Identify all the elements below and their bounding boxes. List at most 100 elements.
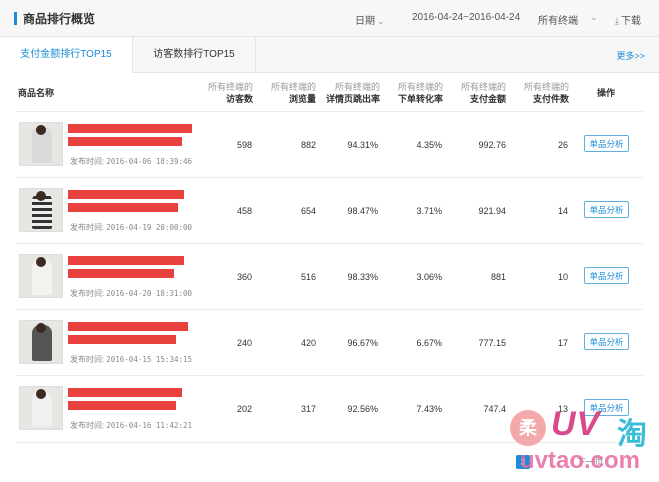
- col-prefix: 所有终端的: [460, 82, 506, 92]
- tab-pay-amount-top15[interactable]: 支付金额排行TOP15: [0, 37, 133, 73]
- col-action: 操作: [597, 88, 616, 98]
- bounce-value: 94.31%: [347, 140, 378, 150]
- col-prefix: 所有终端的: [523, 82, 569, 92]
- product-thumbnail[interactable]: [19, 188, 63, 232]
- pay-count-value: 17: [557, 338, 568, 348]
- download-label: 下载: [620, 16, 641, 27]
- terminal-filter-dropdown[interactable]: 所有终端 ⌄: [538, 12, 598, 27]
- tab-visitors-top15[interactable]: 访客数排行TOP15: [133, 37, 256, 73]
- terminal-filter-value: 所有终端: [538, 16, 578, 27]
- publish-label: 发布时间:: [70, 223, 105, 232]
- bounce-value: 98.33%: [347, 272, 378, 282]
- col-pay-count-label: 支付件数: [532, 94, 569, 104]
- conversion-value: 7.43%: [416, 404, 442, 414]
- download-icon: ⤓: [615, 16, 619, 26]
- publish-timestamp: 2016-04-15 15:34:15: [106, 355, 193, 364]
- product-thumbnail[interactable]: [19, 122, 63, 166]
- product-thumbnail[interactable]: [19, 386, 63, 430]
- single-item-analysis-button[interactable]: 单品分析: [584, 201, 629, 218]
- col-bounce-label: 详情页跳出率: [325, 94, 380, 104]
- col-bounce: 所有终端的 详情页跳出率: [318, 81, 380, 105]
- redacted-title: [68, 335, 176, 344]
- redacted-title: [68, 256, 184, 265]
- col-prefix: 所有终端的: [207, 82, 253, 92]
- pay-count-value: 14: [557, 206, 568, 216]
- col-product-name: 商品名称: [18, 88, 55, 98]
- conversion-value: 6.67%: [416, 338, 442, 348]
- visitors-value: 598: [236, 140, 252, 150]
- conversion-value: 3.06%: [416, 272, 442, 282]
- redacted-title: [68, 124, 192, 133]
- publish-timestamp: 2016-04-16 11:42:21: [106, 421, 193, 430]
- pay-amount-value: 992.76: [478, 140, 506, 150]
- pay-amount-value: 881: [490, 272, 506, 282]
- col-visitors: 所有终端的 访客数: [195, 81, 253, 105]
- product-thumbnail[interactable]: [19, 254, 63, 298]
- product-thumbnail[interactable]: [19, 320, 63, 364]
- pageviews-value: 654: [300, 206, 316, 216]
- table-row: 发布时间: 2016-04-06 18:39:46 598 882 94.31% …: [16, 111, 643, 178]
- title-wrap: 商品排行概览: [14, 10, 95, 27]
- col-pay-amount-label: 支付金额: [469, 94, 506, 104]
- pageviews-value: 516: [300, 272, 316, 282]
- conversion-value: 4.35%: [416, 140, 442, 150]
- top-bar: 商品排行概览 日期 ⌄ 2016-04-24~2016-04-24 所有终端 ⌄ ⤓…: [0, 0, 659, 37]
- download-button[interactable]: ⤓ 下载: [615, 12, 641, 27]
- col-pageviews: 所有终端的 浏览量: [258, 81, 316, 105]
- visitors-value: 240: [236, 338, 252, 348]
- publish-label: 发布时间:: [70, 157, 105, 166]
- col-pageviews-label: 浏览量: [288, 94, 316, 104]
- visitors-value: 458: [236, 206, 252, 216]
- page-title: 商品排行概览: [23, 12, 96, 26]
- pay-amount-value: 921.94: [478, 206, 506, 216]
- col-pay-amount: 所有终端的 支付金额: [446, 81, 506, 105]
- table-row: 发布时间: 2016-04-15 15:34:15 240 420 96.67% …: [16, 309, 643, 376]
- tab-bar: 支付金额排行TOP15 访客数排行TOP15: [0, 37, 659, 73]
- date-picker-toggle[interactable]: 日期 ⌄: [355, 12, 385, 27]
- table-row: 发布时间: 2016-04-19 20:00:00 458 654 98.47% …: [16, 177, 643, 244]
- chevron-down-icon: ⌄: [590, 12, 598, 22]
- publish-time: 发布时间: 2016-04-15 15:34:15: [70, 354, 192, 365]
- redacted-title: [68, 190, 184, 199]
- publish-timestamp: 2016-04-19 20:00:00: [106, 223, 193, 232]
- publish-label: 发布时间:: [70, 355, 105, 364]
- title-accent-bar: [14, 12, 17, 25]
- single-item-analysis-button[interactable]: 单品分析: [584, 333, 629, 350]
- bounce-value: 92.56%: [347, 404, 378, 414]
- watermark-brand: UV: [551, 405, 601, 443]
- table-header: 商品名称 所有终端的 访客数 所有终端的 浏览量 所有终端的 详情页跳出率 所有…: [0, 74, 659, 110]
- publish-label: 发布时间:: [70, 289, 105, 298]
- redacted-title: [68, 388, 182, 397]
- redacted-title: [68, 137, 182, 146]
- pageviews-value: 317: [300, 404, 316, 414]
- redacted-title: [68, 203, 178, 212]
- bounce-value: 96.67%: [347, 338, 378, 348]
- col-prefix: 所有终端的: [270, 82, 316, 92]
- pay-amount-value: 777.15: [478, 338, 506, 348]
- pageviews-value: 420: [300, 338, 316, 348]
- publish-time: 发布时间: 2016-04-19 20:00:00: [70, 222, 192, 233]
- bounce-value: 98.47%: [347, 206, 378, 216]
- visitors-value: 360: [236, 272, 252, 282]
- table-row: 发布时间: 2016-04-20 18:31:00 360 516 98.33% …: [16, 243, 643, 310]
- date-label: 日期: [355, 16, 375, 27]
- publish-time: 发布时间: 2016-04-16 11:42:21: [70, 420, 192, 431]
- conversion-value: 3.71%: [416, 206, 442, 216]
- more-link[interactable]: 更多>>: [616, 49, 645, 62]
- chevron-down-icon: ⌄: [377, 16, 385, 26]
- single-item-analysis-button[interactable]: 单品分析: [584, 135, 629, 152]
- pay-count-value: 26: [557, 140, 568, 150]
- publish-timestamp: 2016-04-06 18:39:46: [106, 157, 193, 166]
- col-prefix: 所有终端的: [334, 82, 380, 92]
- publish-time: 发布时间: 2016-04-20 18:31:00: [70, 288, 192, 299]
- redacted-title: [68, 322, 188, 331]
- redacted-title: [68, 401, 176, 410]
- pageviews-value: 882: [300, 140, 316, 150]
- watermark-flower-icon: 柔: [510, 410, 546, 446]
- visitors-value: 202: [236, 404, 252, 414]
- single-item-analysis-button[interactable]: 单品分析: [584, 267, 629, 284]
- date-range[interactable]: 2016-04-24~2016-04-24: [412, 12, 520, 23]
- publish-timestamp: 2016-04-20 18:31:00: [106, 289, 193, 298]
- col-conversion: 所有终端的 下单转化率: [383, 81, 443, 105]
- col-visitors-label: 访客数: [225, 94, 253, 104]
